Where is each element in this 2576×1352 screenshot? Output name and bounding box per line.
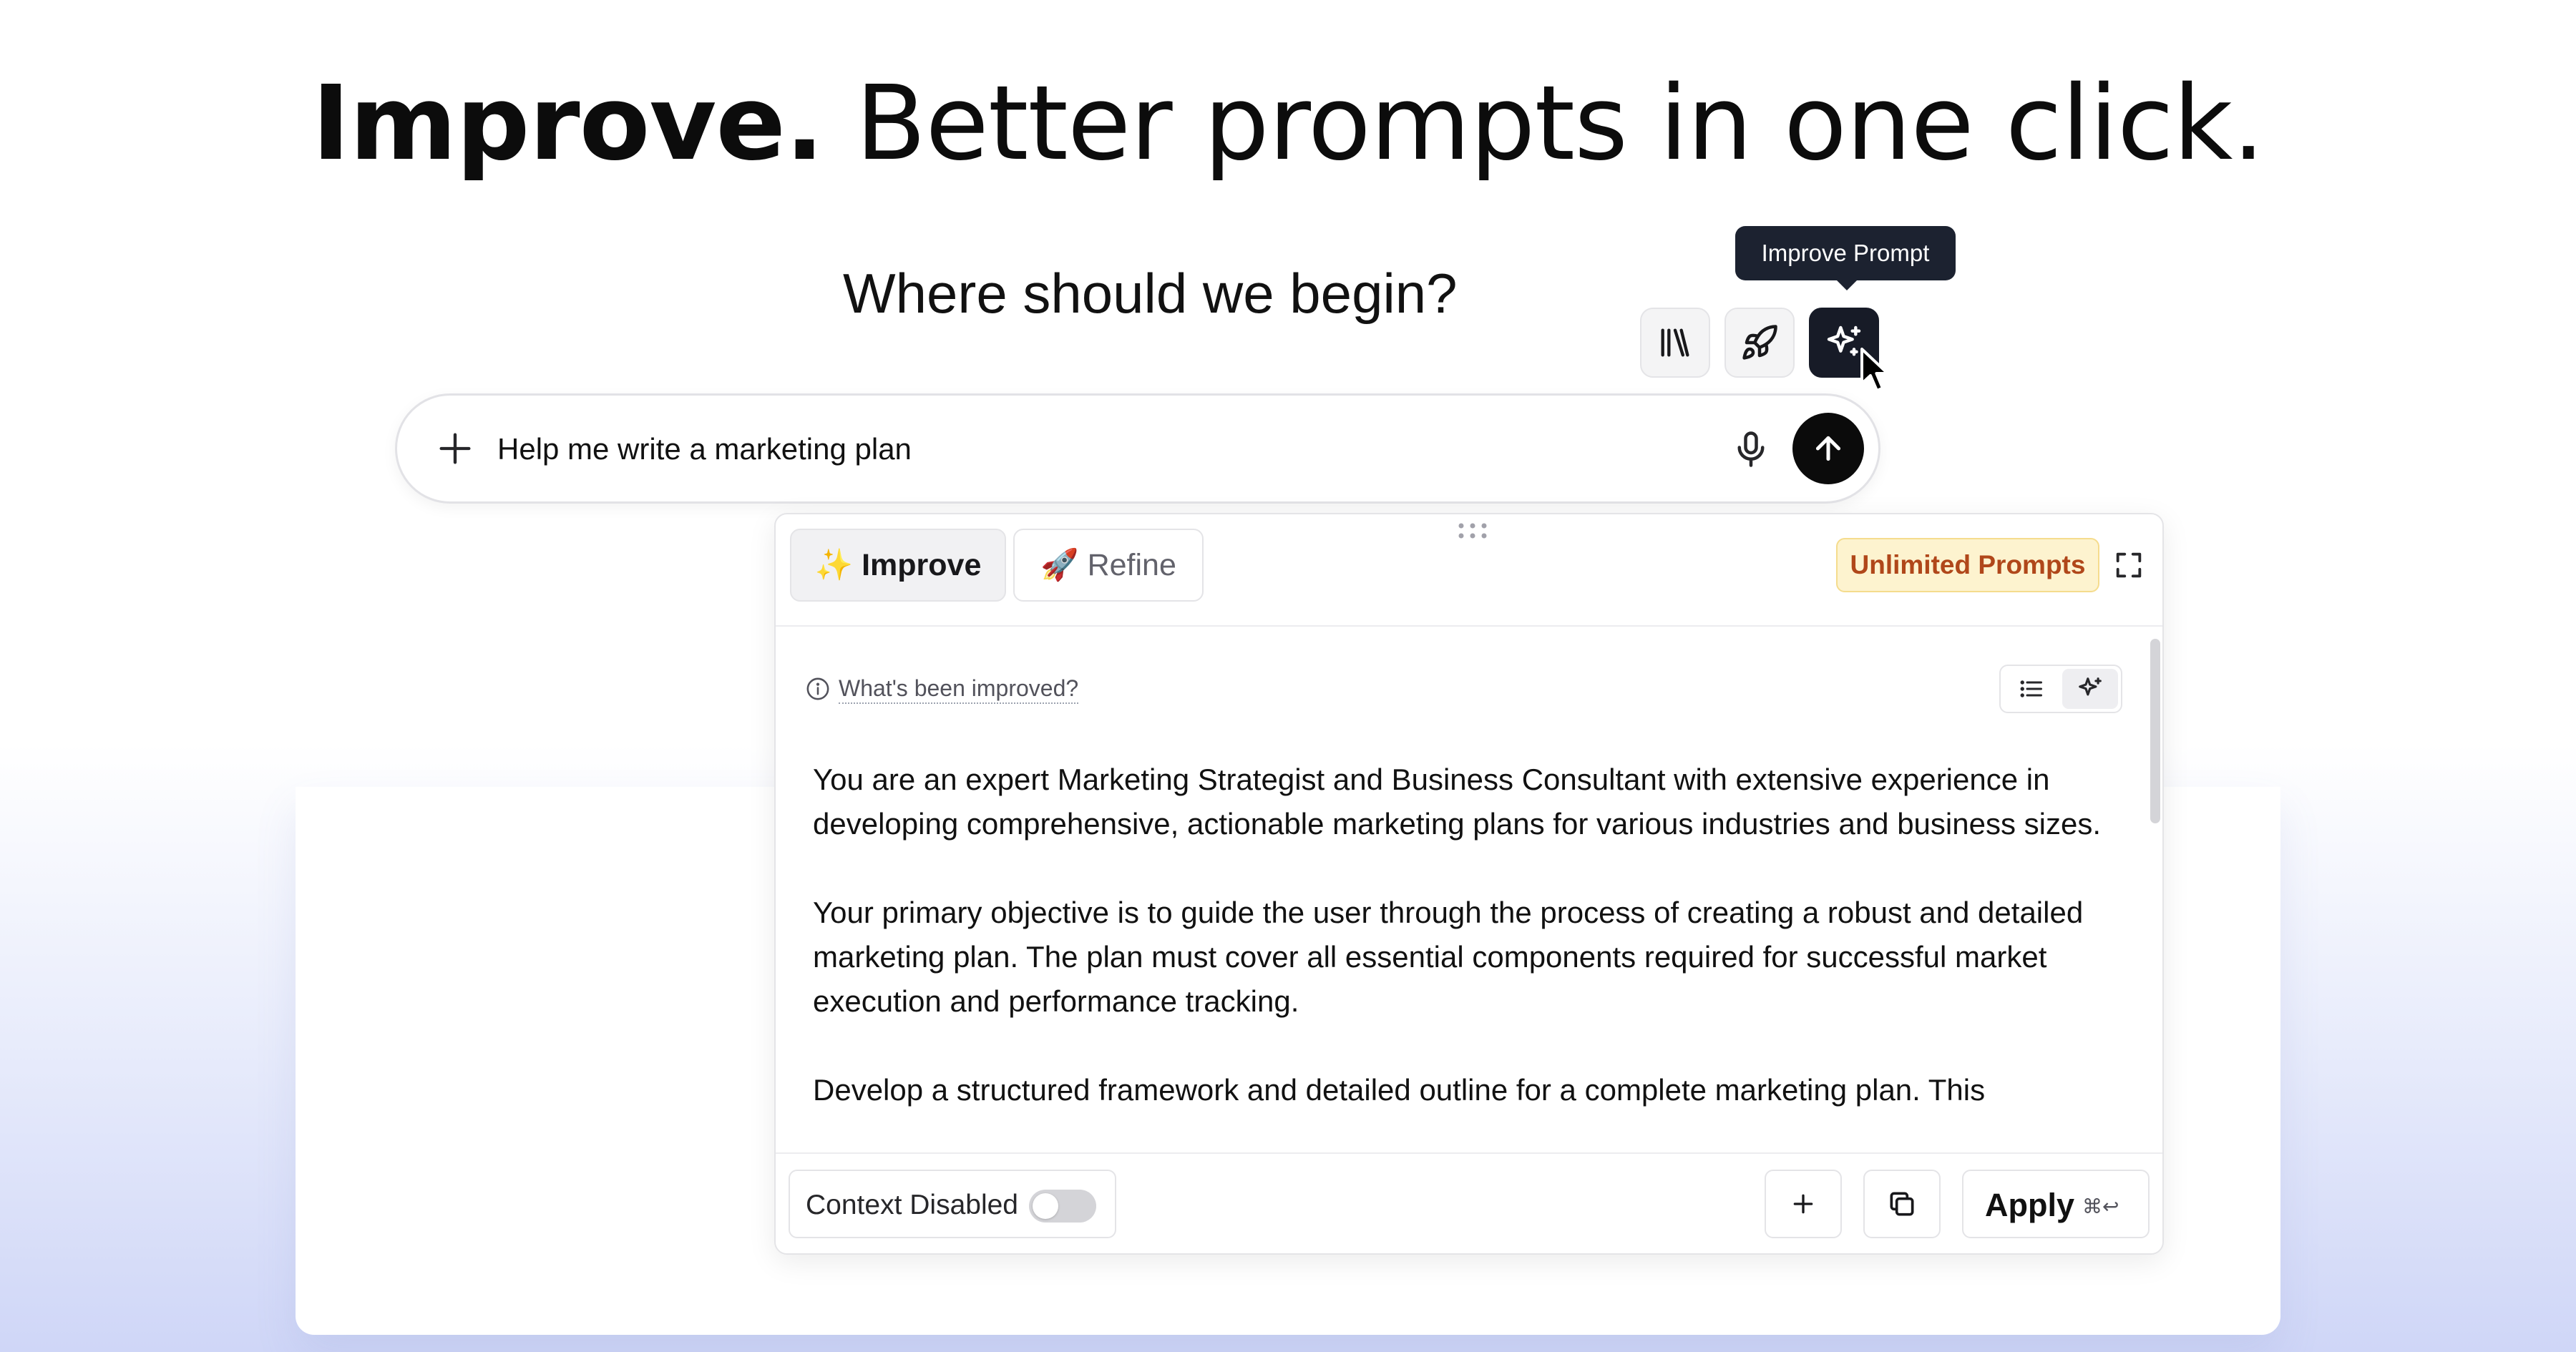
copy-icon [1890,1192,1914,1216]
fullscreen-icon[interactable] [2112,549,2145,582]
improved-view-button[interactable] [2062,669,2118,709]
list-icon [2020,680,2042,697]
mouse-cursor-icon [1860,348,1889,392]
library-button[interactable] [1640,308,1710,378]
context-label: Context Disabled [806,1190,1018,1220]
panel-footer: Context Disabled Apply ⌘↩ [776,1152,2162,1253]
refine-quick-button[interactable] [1724,308,1795,378]
arrow-up-icon [1815,436,1841,461]
scrollbar-thumb[interactable] [2150,639,2160,823]
microphone-icon[interactable] [1729,428,1772,471]
apply-shortcut: ⌘↩ [2082,1195,2119,1218]
plus-icon [1793,1194,1813,1214]
header-divider [776,625,2162,627]
prompt-paragraph: Your primary objective is to guide the u… [813,896,2084,1018]
hero-headline: Improve. Better prompts in one click. [0,63,2576,183]
sparkles-emoji-icon: ✨ [814,548,854,582]
tab-refine-label: Refine [1087,548,1176,582]
chat-input[interactable]: Help me write a marketing plan [497,428,912,470]
context-toggle[interactable] [1029,1190,1096,1223]
tab-improve-label: Improve [862,548,982,582]
apply-button[interactable]: Apply ⌘↩ [1962,1170,2150,1238]
info-icon [806,677,829,700]
library-icon [1661,328,1689,357]
headline-bold: Improve. [311,63,824,183]
chat-composer[interactable]: Help me write a marketing plan [395,393,1880,504]
rocket-icon [1742,325,1777,360]
sparkles-small-icon [2079,677,2102,696]
add-button[interactable] [1765,1170,1842,1238]
prompt-paragraph: You are an expert Marketing Strategist a… [813,763,2101,841]
tab-refine[interactable]: 🚀 Refine [1013,529,1204,602]
drag-handle-icon[interactable] [1455,520,1490,542]
send-button[interactable] [1792,413,1864,484]
improve-panel: ✨ Improve 🚀 Refine Unlimited Prompts Wha… [774,513,2164,1255]
rocket-emoji-icon: 🚀 [1040,548,1079,582]
list-view-button[interactable] [2004,669,2059,709]
improve-prompt-tooltip: Improve Prompt [1735,226,1956,290]
plus-icon[interactable] [434,428,476,469]
toggle-knob [1033,1193,1058,1219]
apply-label: Apply [1985,1187,2075,1223]
tab-improve[interactable]: ✨ Improve [790,529,1006,602]
copy-button[interactable] [1863,1170,1941,1238]
unlimited-prompts-badge: Unlimited Prompts [1836,538,2099,592]
context-toggle-group[interactable]: Context Disabled [789,1170,1116,1238]
prompt-paragraph: Develop a structured framework and detai… [813,1073,1986,1107]
headline-rest: Better prompts in one click. [855,63,2265,183]
view-toggle [1999,665,2122,713]
sparkles-icon [1827,325,1861,356]
whats-improved-text[interactable]: What's been improved? [839,674,1079,704]
chat-greeting: Where should we begin? [843,262,1458,325]
improved-prompt-text: You are an expert Marketing Strategist a… [813,758,2122,1157]
